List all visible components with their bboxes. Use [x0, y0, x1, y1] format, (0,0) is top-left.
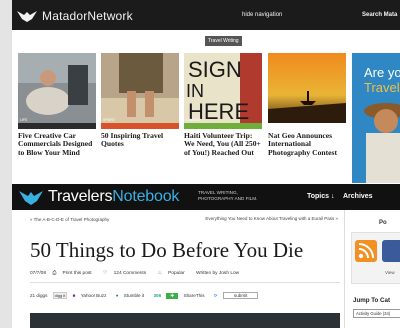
rss-glyph — [358, 243, 374, 259]
next-post-link[interactable]: Everything You Need to Know About Travel… — [178, 216, 338, 222]
story-thumbnail[interactable]: Life — [18, 53, 96, 123]
site-name-part2: Notebook — [112, 188, 180, 205]
print-link[interactable]: ⎙ Print this post — [52, 271, 96, 276]
story-title[interactable]: Haiti Volunteer Trip: We Need, You (All … — [184, 131, 262, 157]
hide-navigation-link[interactable]: hide navigation — [242, 12, 282, 18]
share-count: 306 — [153, 293, 162, 298]
search-matador-link[interactable]: Search Mata — [362, 12, 397, 18]
traveler-photo — [364, 103, 400, 183]
notebook-bull-icon[interactable] — [18, 188, 44, 206]
card-category: Sport — [103, 118, 115, 122]
travelers-notebook-header: TravelersNotebook TRAVEL WRITING, PHOTOG… — [12, 184, 400, 210]
card-category: Change — [186, 118, 201, 122]
stumble-button[interactable]: ● Stumble it — [116, 293, 149, 298]
sidebar-heading: Po — [379, 220, 387, 226]
car-commercial-image — [18, 53, 96, 123]
site-name-part1: Travelers — [48, 188, 113, 205]
sharethis-label: ShareThis — [183, 293, 205, 298]
story-card-2[interactable]: Sport 50 Inspiring Travel Quotes — [101, 53, 179, 149]
facebook-icon[interactable] — [382, 240, 400, 262]
stumble-icon: ● — [115, 293, 119, 299]
site-name[interactable]: TravelersNotebook — [48, 188, 179, 206]
article-photo — [30, 313, 340, 328]
submit-button[interactable]: submit — [222, 292, 259, 299]
popular-label: Popular — [168, 271, 185, 276]
sunset-boat-image — [268, 53, 346, 123]
story-title[interactable]: Nat Geo Announces International Photogra… — [268, 131, 346, 157]
topics-menu[interactable]: Topics ↓ — [307, 193, 334, 200]
jump-to-category-label: Jump To Cat — [353, 297, 391, 304]
svg-text:IN: IN — [186, 81, 204, 101]
share-bar: 21 diggs digg it ■ Yahoo! Buzz ● Stumble… — [30, 292, 340, 302]
browser-page: MatadorNetwork hide navigation Search Ma… — [12, 0, 400, 328]
comments-link[interactable]: ♡ 124 Comments — [103, 271, 151, 276]
comments-label: 124 Comments — [113, 271, 147, 276]
promo-line-1: Are yo — [364, 65, 400, 80]
matador-header: MatadorNetwork hide navigation Search Ma… — [12, 0, 400, 30]
category-strip — [268, 123, 346, 129]
share-icon: ✚ — [166, 292, 179, 299]
printer-icon: ⎙ — [52, 271, 57, 276]
sharethis-button[interactable]: ✚ ShareThis — [166, 292, 208, 299]
yahoo-buzz-button[interactable]: ■ Yahoo! Buzz — [73, 293, 111, 298]
archives-menu[interactable]: Archives — [343, 193, 373, 200]
rss-icon[interactable] — [355, 240, 377, 262]
svg-text:SIGN: SIGN — [188, 57, 242, 82]
print-label: Print this post — [62, 271, 92, 276]
story-card-4[interactable]: Nat Geo Announces International Photogra… — [268, 53, 346, 157]
article-meta: 07/7/08 ⎙ Print this post ♡ 124 Comments… — [30, 270, 244, 276]
beach-feet-image — [101, 53, 179, 123]
previous-post-link[interactable]: « The A-B-C-D-E of Travel Photography — [30, 217, 109, 222]
digg-count: 21 diggs — [30, 293, 48, 298]
comment-icon: ♡ — [102, 271, 108, 276]
sidebar: Po View Jump To Cat Activity Guide (34) — [344, 210, 400, 328]
card-category: Life — [20, 118, 28, 122]
category-select[interactable]: Activity Guide (34) — [353, 309, 400, 318]
promo-banner[interactable]: Are yo Travel — [352, 53, 400, 183]
story-card-1[interactable]: Life Five Creative Car Commercials Desig… — [18, 53, 96, 157]
category-strip — [184, 123, 262, 129]
matador-brand[interactable]: MatadorNetwork — [42, 9, 133, 23]
popular-link[interactable]: ♨ Popular — [157, 271, 189, 276]
divider — [30, 282, 340, 283]
site-tagline: TRAVEL WRITING, PHOTOGRAPHY AND FILM. — [198, 190, 258, 201]
stumble-label: Stumble it — [123, 293, 145, 299]
digg-it-button[interactable]: digg it — [52, 292, 68, 299]
category-strip — [101, 123, 179, 129]
story-title[interactable]: 50 Inspiring Travel Quotes — [101, 131, 179, 149]
submit-icon: ⟳ — [213, 292, 218, 298]
story-card-3[interactable]: SIGN IN HERE Change Haiti Volunteer Trip… — [184, 53, 262, 157]
sign-in-here-image: SIGN IN HERE — [184, 53, 262, 123]
story-thumbnail[interactable] — [268, 53, 346, 123]
story-thumbnail[interactable]: Sport — [101, 53, 179, 123]
yahoo-label: Yahoo! Buzz — [80, 293, 107, 299]
story-title[interactable]: Five Creative Car Commercials Designed t… — [18, 131, 96, 157]
promo-headline: Are yo Travel — [364, 65, 400, 95]
flame-icon: ♨ — [157, 271, 162, 276]
category-strip — [18, 123, 96, 129]
matador-bull-icon[interactable] — [16, 9, 38, 23]
author-line: Written by Josh Low — [196, 271, 240, 276]
view-link[interactable]: View — [385, 270, 395, 275]
story-thumbnail[interactable]: SIGN IN HERE Change — [184, 53, 262, 123]
yahoo-icon: ■ — [72, 293, 76, 299]
post-date: 07/7/08 — [30, 271, 47, 276]
travel-writing-tab[interactable]: Travel Writing — [205, 36, 242, 46]
article-title: 50 Things to Do Before You Die — [30, 238, 304, 262]
